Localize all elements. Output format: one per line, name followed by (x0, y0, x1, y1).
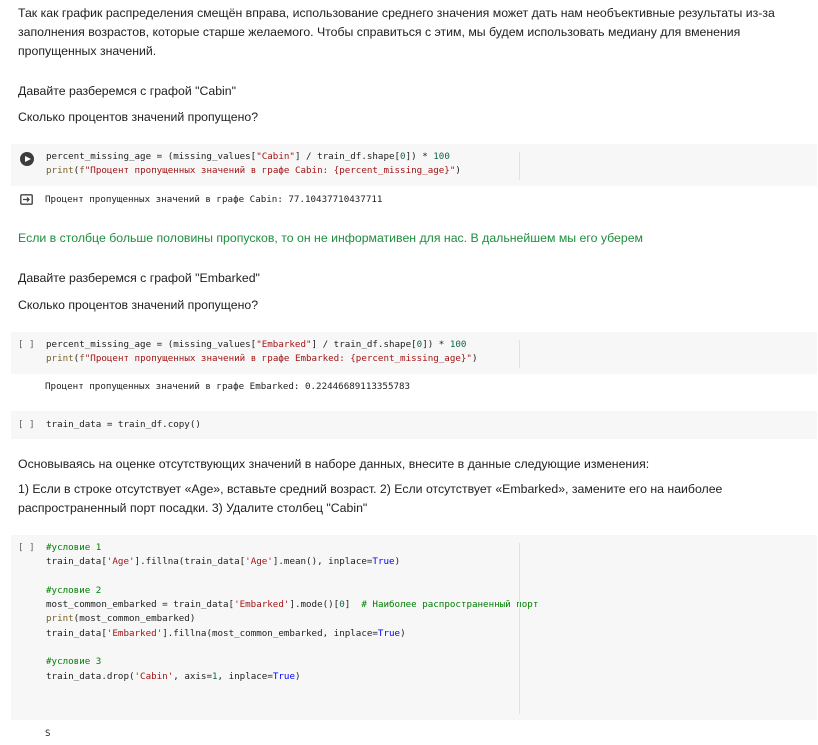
changes-output: S (45, 728, 51, 739)
embarked-question: Сколько процентов значений пропущено? (18, 298, 259, 312)
run-cell-button[interactable]: [ ] (18, 338, 35, 352)
embarked-output: Процент пропущенных значений в графе Emb… (45, 381, 411, 392)
code-line: percent_missing_age = (missing_values["E… (46, 339, 467, 350)
run-cell-button[interactable]: [ ] (18, 541, 35, 555)
code-line: train_data['Embarked'].fillna(most_commo… (46, 627, 406, 639)
code-line: most_common_embarked = train_data['Embar… (46, 599, 539, 611)
cabin-heading: Давайте разберемся с графой "Cabin" (18, 84, 236, 98)
changes-intro: Основываясь на оценке отсутствующих знач… (18, 457, 650, 471)
embarked-code[interactable]: percent_missing_age = (missing_values["E… (46, 338, 478, 367)
copy-code-cell[interactable]: [ ] train_data = train_df.copy() (11, 411, 817, 439)
code-line: #условие 3 (46, 656, 102, 668)
changes-code-cell[interactable]: [ ] #условие 1 train_data['Age'].fillna(… (11, 535, 817, 720)
cabin-question: Сколько процентов значений пропущено? (18, 110, 259, 124)
cabin-note: Если в столбце больше половины пропусков… (18, 231, 643, 245)
embarked-heading: Давайте разберемся с графой "Embarked" (18, 271, 260, 285)
changes-code[interactable]: #условие 1 train_data['Age'].fillna(trai… (46, 541, 538, 684)
cabin-code-cell[interactable]: percent_missing_age = (missing_values["C… (11, 144, 817, 186)
code-line: train_data.drop('Cabin', axis=1, inplace… (46, 670, 301, 682)
code-line: train_data = train_df.copy() (46, 419, 201, 430)
changes-list: 1) Если в строке отсутствует «Age», вста… (18, 482, 723, 515)
cell-divider (519, 543, 520, 714)
code-line: print(f"Процент пропущенных значений в г… (46, 353, 478, 365)
code-line: #условие 2 (46, 584, 102, 596)
cell-divider (519, 152, 520, 180)
intro-paragraph: Так как график распределения смещён впра… (18, 6, 775, 58)
copy-code[interactable]: train_data = train_df.copy() (46, 418, 201, 432)
code-line: print(f"Процент пропущенных значений в г… (46, 165, 461, 177)
code-line: print(most_common_embarked) (46, 613, 196, 625)
code-line: percent_missing_age = (missing_values["C… (46, 151, 450, 162)
output-arrow-icon[interactable] (20, 194, 33, 205)
run-cell-button[interactable]: [ ] (18, 418, 35, 432)
embarked-code-cell[interactable]: [ ] percent_missing_age = (missing_value… (11, 332, 817, 374)
code-line: #условие 1 (46, 542, 102, 553)
play-circle-icon[interactable] (20, 152, 34, 166)
cabin-output: Процент пропущенных значений в графе Cab… (45, 194, 383, 205)
cabin-code[interactable]: percent_missing_age = (missing_values["C… (46, 150, 461, 179)
cell-divider (519, 340, 520, 368)
code-line: train_data['Age'].fillna(train_data['Age… (46, 556, 401, 568)
